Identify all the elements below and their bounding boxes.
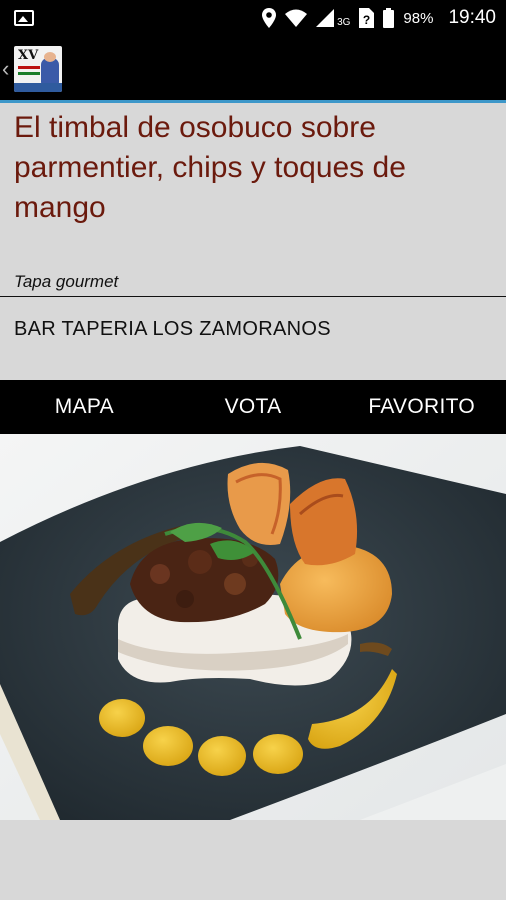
app-logo: XV <box>14 46 62 92</box>
logo-figure <box>41 52 59 84</box>
wifi-icon <box>285 9 308 27</box>
tab-mapa[interactable]: MAPA <box>0 380 169 434</box>
tab-vota[interactable]: VOTA <box>169 380 338 434</box>
app-bar: ‹ XV <box>0 36 506 100</box>
action-tabs: MAPA VOTA FAVORITO <box>0 380 506 434</box>
network-type: 3G <box>337 16 351 28</box>
app-bar-accent <box>0 100 506 103</box>
signal-icon <box>316 9 335 27</box>
svg-text:?: ? <box>363 13 370 27</box>
clock: 19:40 <box>448 7 496 28</box>
dish-photo <box>0 434 506 820</box>
image-icon <box>14 10 34 26</box>
location-icon <box>262 8 277 28</box>
battery-percent: 98% <box>403 9 434 27</box>
logo-text: XV <box>18 48 39 63</box>
divider <box>0 296 506 297</box>
dish-category: Tapa gourmet <box>14 272 119 291</box>
chevron-left-icon: ‹ <box>2 56 10 81</box>
battery-icon <box>383 8 395 28</box>
dish-title: El timbal de osobuco sobre parmentier, c… <box>14 111 406 224</box>
status-bar: 3G ? 98% 19:40 <box>0 0 506 36</box>
back-button[interactable]: ‹ XV <box>2 46 66 92</box>
tab-favorito[interactable]: FAVORITO <box>337 380 506 434</box>
sim-unknown-icon: ? <box>359 8 375 28</box>
bar-name: BAR TAPERIA LOS ZAMORANOS <box>14 318 331 340</box>
bottom-area <box>0 820 506 900</box>
